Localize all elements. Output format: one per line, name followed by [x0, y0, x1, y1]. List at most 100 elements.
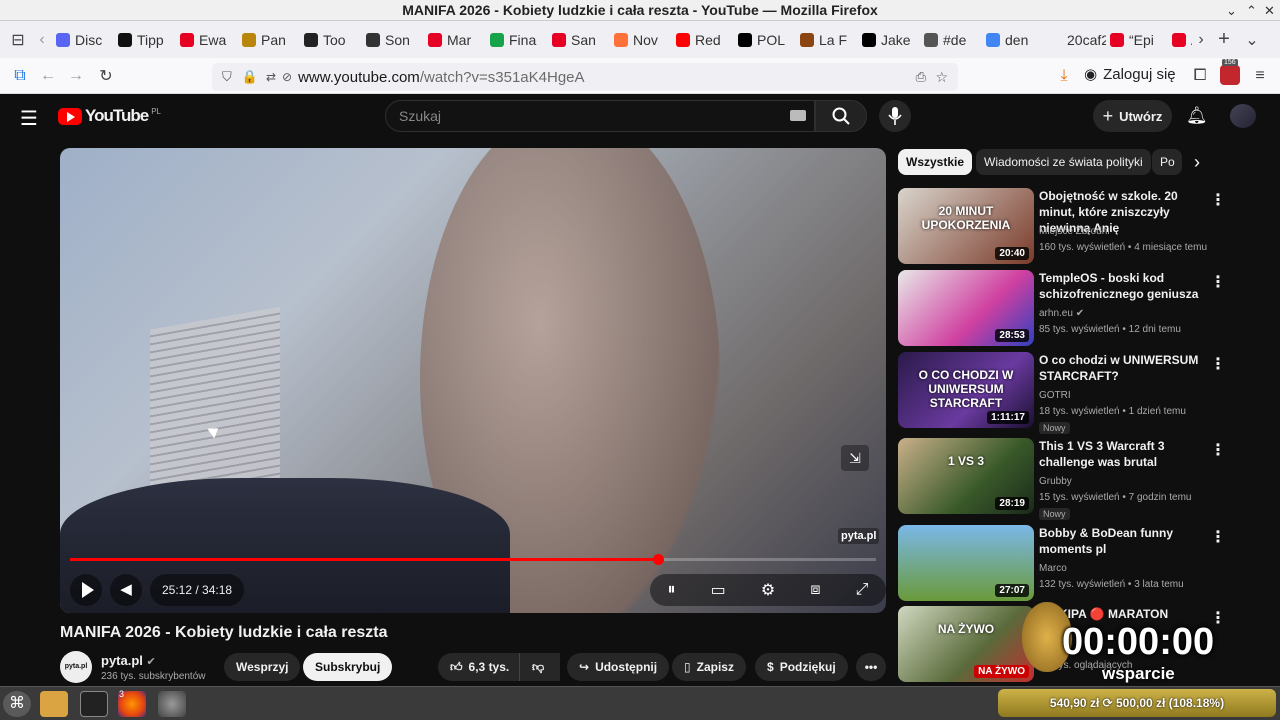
back-button[interactable]: ←: [34, 62, 62, 90]
mute-button[interactable]: ◀︎: [110, 574, 142, 606]
browser-tab[interactable]: Pan: [238, 26, 300, 54]
settings-gear-icon[interactable]: ⚙︎: [761, 580, 775, 600]
minimize-icon[interactable]: ⌄: [1226, 0, 1237, 21]
browser-tab[interactable]: #de: [920, 26, 982, 54]
browser-tab[interactable]: Son: [362, 26, 424, 54]
browser-tab[interactable]: “Epi: [1106, 26, 1168, 54]
bookmark-star-icon[interactable]: ☆: [935, 69, 948, 86]
chip-politics-news[interactable]: Wiadomości ze świata polityki: [976, 149, 1151, 175]
theater-mode-icon[interactable]: ⧈: [810, 581, 820, 599]
voice-search-button[interactable]: [879, 100, 911, 132]
browser-tab[interactable]: den: [982, 26, 1044, 54]
reader-view-icon[interactable]: ⎙: [916, 69, 926, 85]
browser-tab[interactable]: POL: [734, 26, 796, 54]
chips-next-icon[interactable]: ›: [1194, 152, 1200, 173]
downloads-icon[interactable]: ⤓: [1050, 62, 1078, 90]
ublock-extension-icon[interactable]: 156: [1220, 59, 1240, 85]
list-all-tabs-icon[interactable]: ⌄: [1238, 26, 1266, 54]
save-button[interactable]: ▯ Zapisz: [672, 653, 746, 681]
chip-more[interactable]: Po: [1152, 149, 1182, 175]
create-button[interactable]: + Utwórz: [1093, 100, 1172, 132]
more-options-icon[interactable]: ⋮: [1210, 440, 1226, 460]
autoplay-blocked-icon[interactable]: ⊘: [282, 70, 292, 84]
forward-button[interactable]: →: [62, 62, 90, 90]
video-thumbnail[interactable]: 27:07: [898, 525, 1034, 601]
browser-tab[interactable]: Ewa: [176, 26, 238, 54]
browser-tab[interactable]: As: [1168, 26, 1192, 54]
browser-tab[interactable]: San: [548, 26, 610, 54]
recommended-video[interactable]: 27:07 Bobby & BoDean funny moments pl Marc…: [898, 525, 1278, 603]
share-button[interactable]: ↪ Udostępnij: [567, 653, 670, 681]
notifications-bell-icon[interactable]: 🔔︎: [1186, 106, 1208, 126]
recommended-video-title[interactable]: This 1 VS 3 Warcraft 3 challenge was bru…: [1039, 438, 1205, 470]
browser-tab[interactable]: Red: [672, 26, 734, 54]
recommended-video-title[interactable]: O co chodzi w UNIWERSUM STARCRAFT?: [1039, 352, 1205, 384]
recommended-video[interactable]: 28:53 TempleOS - boski kod schizofreniczn…: [898, 270, 1278, 348]
play-button[interactable]: [70, 574, 102, 606]
youtube-logo[interactable]: YouTube PL: [58, 106, 161, 126]
subtitles-icon[interactable]: ▭: [711, 580, 726, 600]
browser-tab[interactable]: La F: [796, 26, 858, 54]
dislike-button[interactable]: 👎︎: [519, 653, 560, 681]
thanks-button[interactable]: $ Podziękuj: [755, 653, 848, 681]
video-thumbnail[interactable]: 28:53: [898, 270, 1034, 346]
browser-tab[interactable]: 20caf2: [1044, 26, 1106, 54]
start-menu-icon[interactable]: ⌘: [3, 691, 31, 717]
browser-tab[interactable]: Too: [300, 26, 362, 54]
recommended-video[interactable]: O CO CHODZI W UNIWERSUM STARCRAFT 1:11:17…: [898, 352, 1278, 434]
login-button[interactable]: ◉ Zaloguj się: [1084, 65, 1176, 84]
recommended-video[interactable]: 20 MINUT UPOKORZENIA 20:40 Obojętność w sz…: [898, 188, 1278, 266]
miniplayer-suggest-icon[interactable]: ⇲: [841, 445, 869, 471]
video-thumbnail[interactable]: 1 VS 3 28:19: [898, 438, 1034, 514]
recommended-channel[interactable]: Grubby: [1039, 476, 1072, 487]
tab-overview-icon[interactable]: ⊟: [4, 26, 32, 54]
sidebar-icon[interactable]: ⧉: [6, 62, 34, 90]
avatar[interactable]: [1230, 104, 1256, 128]
video-thumbnail[interactable]: NA ŻYWO NA ŻYWO: [898, 606, 1034, 682]
browser-tab[interactable]: Disc: [52, 26, 114, 54]
recommended-channel[interactable]: GOTRI: [1039, 390, 1071, 401]
browser-tab[interactable]: Mar: [424, 26, 486, 54]
keyboard-icon[interactable]: [790, 110, 806, 121]
search-button[interactable]: [815, 100, 867, 132]
browser-tab[interactable]: Nov: [610, 26, 672, 54]
menu-icon[interactable]: ≡: [1246, 62, 1274, 90]
close-window-icon[interactable]: ✕: [1264, 0, 1275, 21]
new-tab-button[interactable]: +: [1210, 26, 1238, 54]
browser-tab[interactable]: Fina: [486, 26, 548, 54]
file-manager-icon[interactable]: [40, 691, 68, 717]
extensions-icon[interactable]: ⧠: [1186, 62, 1214, 90]
more-options-icon[interactable]: ⋮: [1210, 190, 1226, 210]
scroll-tabs-left-icon[interactable]: ‹: [32, 26, 52, 54]
autoplay-toggle-icon[interactable]: ⏸︎: [668, 581, 676, 599]
tracking-protection-icon[interactable]: ⛉: [222, 69, 232, 85]
more-options-icon[interactable]: ⋮: [1210, 272, 1226, 292]
recommended-channel[interactable]: Miejsce Zbrodni: [1039, 226, 1110, 237]
fullscreen-icon[interactable]: ⤢: [856, 581, 869, 599]
video-thumbnail[interactable]: O CO CHODZI W UNIWERSUM STARCRAFT 1:11:17: [898, 352, 1034, 428]
join-button[interactable]: Wesprzyj: [224, 653, 301, 681]
obs-icon[interactable]: [158, 691, 186, 717]
progress-bar[interactable]: [70, 554, 876, 565]
video-player[interactable]: ⇲ pyta.pl ◀︎ 25:12 / 34:18 ⏸︎ ▭ ⚙︎ ⧈ ⤢: [60, 148, 886, 613]
scroll-tabs-right-icon[interactable]: ›: [1192, 26, 1210, 54]
lock-icon[interactable]: 🔒: [242, 69, 258, 85]
channel-name[interactable]: pyta.pl ✔︎: [101, 653, 156, 668]
recommended-video-title[interactable]: TempleOS - boski kod schizofrenicznego g…: [1039, 270, 1205, 302]
search-input[interactable]: Szukaj: [385, 100, 815, 132]
recommended-video[interactable]: 1 VS 3 28:19 This 1 VS 3 Warcraft 3 challe…: [898, 438, 1278, 520]
permissions-icon[interactable]: ⇄: [266, 70, 276, 84]
channel-avatar[interactable]: pyta.pl: [60, 651, 92, 683]
browser-tab[interactable]: Tipp: [114, 26, 176, 54]
recommended-channel[interactable]: Marco: [1039, 563, 1067, 574]
chip-all[interactable]: Wszystkie: [898, 149, 973, 175]
more-options-icon[interactable]: ⋮: [1210, 354, 1226, 374]
guide-menu-icon[interactable]: ☰: [20, 106, 38, 131]
url-bar[interactable]: ⛉ 🔒 ⇄ ⊘ www.youtube.com/watch?v=s351aK4H…: [212, 63, 958, 91]
more-actions-button[interactable]: •••: [856, 653, 886, 681]
video-thumbnail[interactable]: 20 MINUT UPOKORZENIA 20:40: [898, 188, 1034, 264]
recommended-video-title[interactable]: Bobby & BoDean funny moments pl: [1039, 525, 1205, 557]
reload-button[interactable]: ↻: [92, 62, 120, 90]
terminal-icon[interactable]: [80, 691, 108, 717]
subscribe-button[interactable]: Subskrybuj: [303, 653, 393, 681]
